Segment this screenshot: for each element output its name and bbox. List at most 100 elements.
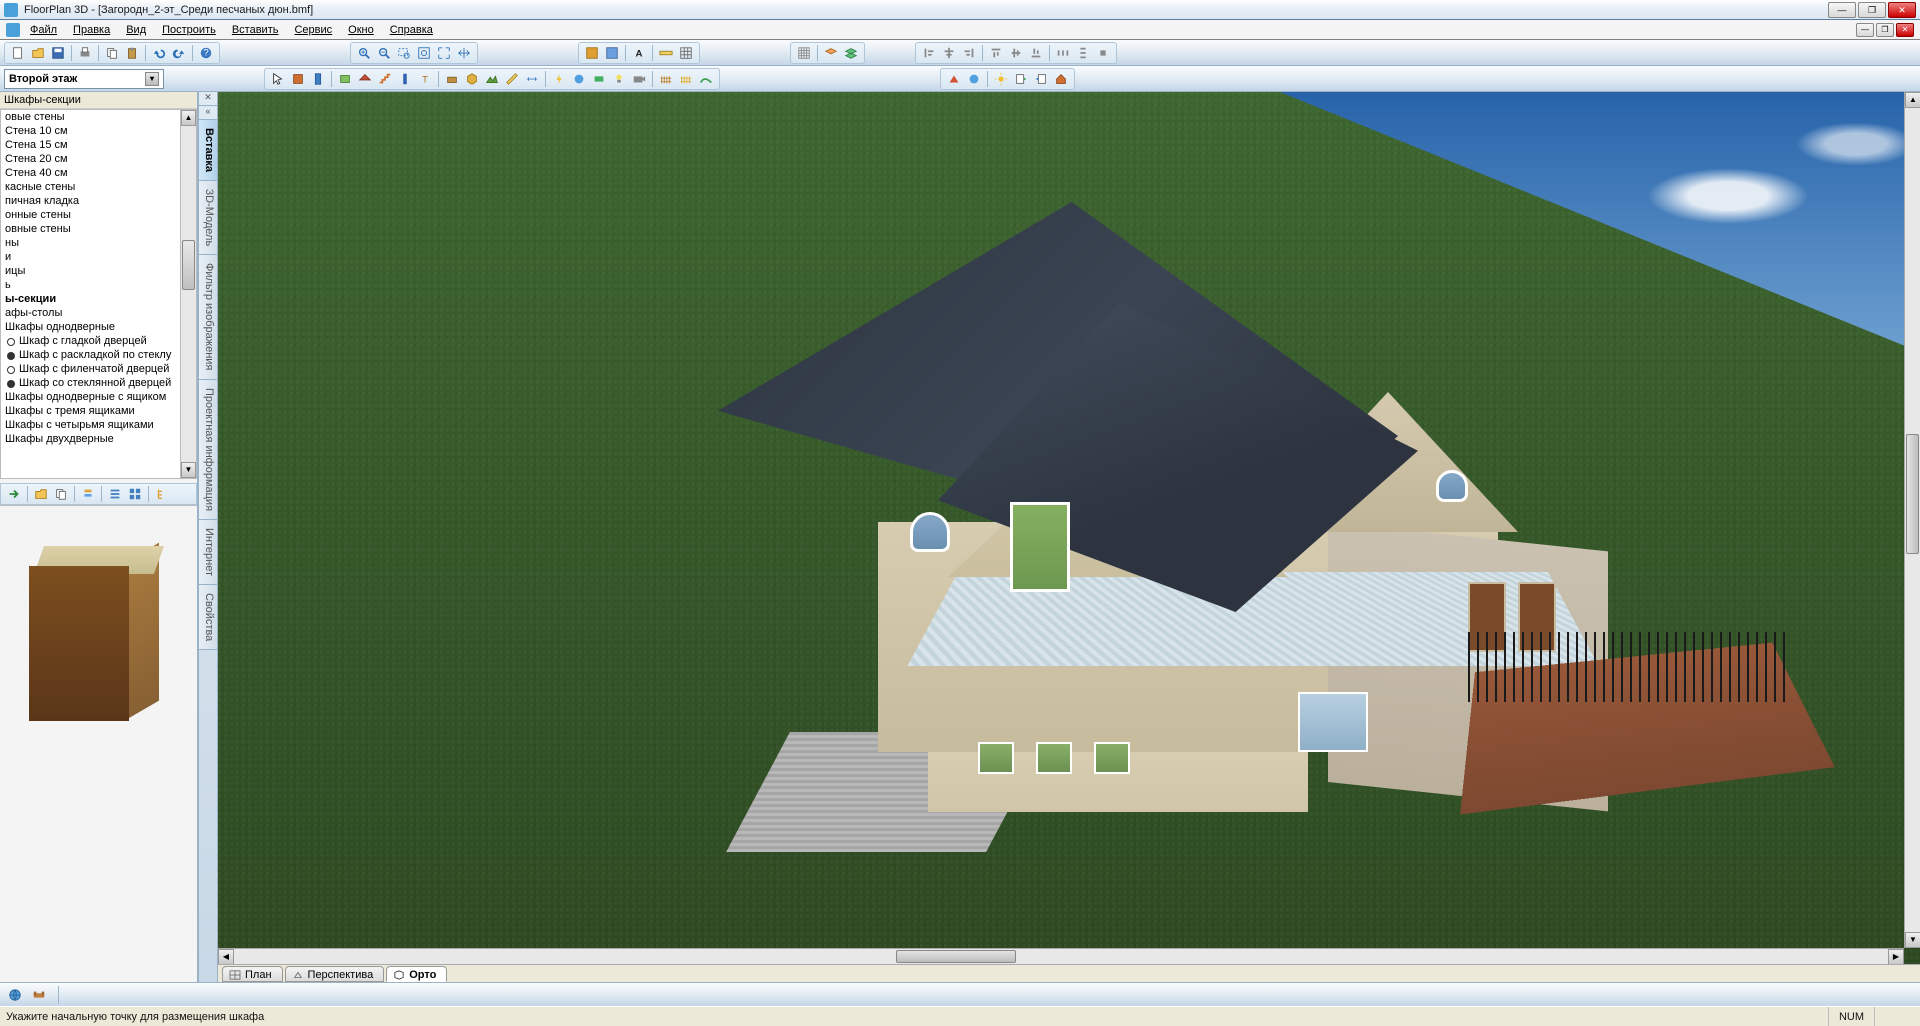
catalog-item[interactable]: ны [1,236,196,250]
scroll-left-icon[interactable]: ◀ [218,949,234,965]
dimension-icon[interactable] [523,70,541,88]
grid2-icon[interactable] [795,44,813,62]
catalog-item[interactable]: овые стены [1,110,196,124]
align-bottom-icon[interactable] [1027,44,1045,62]
side-tab-projectinfo[interactable]: Проектная информация [199,380,217,520]
list-view-icon[interactable] [106,485,124,503]
catalog-item[interactable]: онные стены [1,208,196,222]
view-tab-perspective[interactable]: Перспектива [285,966,385,982]
camera-icon[interactable] [630,70,648,88]
distribute-h-icon[interactable] [1054,44,1072,62]
render-icon[interactable] [945,70,963,88]
box-icon[interactable] [463,70,481,88]
menu-window[interactable]: Окно [342,22,380,38]
fence-icon[interactable] [657,70,675,88]
scroll-thumb[interactable] [182,240,195,290]
menu-view[interactable]: Вид [120,22,152,38]
redo-icon[interactable] [170,44,188,62]
child-minimize-button[interactable]: — [1856,23,1874,37]
electrical-icon[interactable] [550,70,568,88]
zoom-extents-icon[interactable] [435,44,453,62]
align-right-icon[interactable] [960,44,978,62]
catalog-item[interactable]: пичная кладка [1,194,196,208]
catalog-item[interactable]: Стена 20 см [1,152,196,166]
menu-service[interactable]: Сервис [288,22,338,38]
side-tab-internet[interactable]: Интернет [199,520,217,585]
align-left-icon[interactable] [920,44,938,62]
import-icon[interactable] [1032,70,1050,88]
print-icon[interactable] [76,44,94,62]
text-tool-icon[interactable]: T [416,70,434,88]
menu-build[interactable]: Построить [156,22,222,38]
catalog-item[interactable]: ы-секции [1,292,196,306]
align-middle-icon[interactable] [1007,44,1025,62]
catalog-item[interactable]: афы-столы [1,306,196,320]
view-tab-ortho[interactable]: Орто [386,966,447,982]
scroll-up-icon[interactable]: ▲ [181,110,196,126]
catalog-item[interactable]: Стена 10 см [1,124,196,138]
catalog-item[interactable]: Шкафы однодверные [1,320,196,334]
align-center-h-icon[interactable] [940,44,958,62]
distribute-v-icon[interactable] [1074,44,1092,62]
side-tab-imagefilter[interactable]: Фильтр изображения [199,255,217,379]
catalog-scrollbar[interactable]: ▲ ▼ [180,110,196,478]
export-icon[interactable] [1012,70,1030,88]
grid-icon[interactable] [677,44,695,62]
zoom-out-icon[interactable] [375,44,393,62]
ruler-icon[interactable] [657,44,675,62]
pointer-icon[interactable] [269,70,287,88]
open-file-icon[interactable] [29,44,47,62]
wall-icon[interactable] [289,70,307,88]
catalog-item[interactable]: Шкафы с тремя ящиками [1,404,196,418]
stairs-icon[interactable] [376,70,394,88]
catalog-item[interactable]: Стена 15 см [1,138,196,152]
insert-item-icon[interactable] [5,485,23,503]
catalog-item[interactable]: Стена 40 см [1,166,196,180]
materials-icon[interactable] [965,70,983,88]
side-tab-properties[interactable]: Свойства [199,585,217,650]
align-top-icon[interactable] [987,44,1005,62]
lighting-icon[interactable] [610,70,628,88]
side-tab-insert[interactable]: Вставка [199,120,217,181]
path-icon[interactable] [697,70,715,88]
fence2-icon[interactable] [677,70,695,88]
catalog-item[interactable]: Шкаф с гладкой дверцей [1,334,196,348]
globe-icon[interactable] [6,986,24,1004]
undo-icon[interactable] [150,44,168,62]
catalog-item[interactable]: ь [1,278,196,292]
terrain-icon[interactable] [483,70,501,88]
sofa-icon[interactable] [30,986,48,1004]
layer1-icon[interactable] [822,44,840,62]
viewport-3d[interactable]: ▲ ▼ ◀ ▶ [218,92,1920,964]
center-icon[interactable] [1094,44,1112,62]
pan-icon[interactable] [455,44,473,62]
scroll-down-icon[interactable]: ▼ [1905,932,1920,948]
layer2-icon[interactable] [842,44,860,62]
maximize-button[interactable]: ❐ [1858,2,1886,18]
zoom-fit-icon[interactable] [415,44,433,62]
catalog-item[interactable]: и [1,250,196,264]
viewport-scrollbar-h[interactable]: ◀ ▶ [218,948,1904,964]
zoom-in-icon[interactable] [355,44,373,62]
hvac-icon[interactable] [590,70,608,88]
panel-close-icon[interactable]: ✕ [199,92,217,106]
text-icon[interactable]: A [630,44,648,62]
catalog-item[interactable]: Шкаф со стеклянной дверцей [1,376,196,390]
plumbing-icon[interactable] [570,70,588,88]
chevron-down-icon[interactable]: ▾ [145,72,159,86]
furniture-icon[interactable] [443,70,461,88]
catalog-item[interactable]: Шкафы с четырьмя ящиками [1,418,196,432]
folder-icon[interactable] [32,485,50,503]
zoom-window-icon[interactable] [395,44,413,62]
catalog-item[interactable]: ицы [1,264,196,278]
scroll-thumb-h[interactable] [896,950,1016,963]
scroll-right-icon[interactable]: ▶ [1888,949,1904,965]
minimize-button[interactable]: — [1828,2,1856,18]
view-tab-plan[interactable]: План [222,966,283,982]
close-button[interactable]: ✕ [1888,2,1916,18]
catalog-item[interactable]: касные стены [1,180,196,194]
tool-b-icon[interactable] [603,44,621,62]
sun-icon[interactable] [992,70,1010,88]
save-file-icon[interactable] [49,44,67,62]
catalog-item[interactable]: Шкафы однодверные с ящиком [1,390,196,404]
